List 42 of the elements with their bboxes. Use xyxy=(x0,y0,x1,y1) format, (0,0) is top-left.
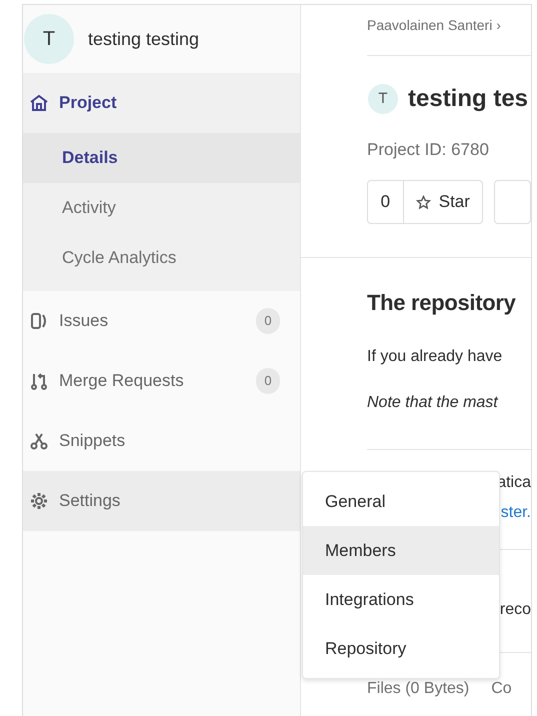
sidebar-label: Settings xyxy=(59,490,120,512)
sidebar-subitem[interactable]: Details xyxy=(23,133,300,183)
project-name: testing testing xyxy=(88,28,200,51)
footer-text: Co xyxy=(491,679,512,699)
sidebar-label: Issues xyxy=(59,310,108,332)
home-icon xyxy=(29,93,49,113)
project-avatar: T xyxy=(24,14,74,64)
menu-item[interactable]: Members xyxy=(303,526,499,575)
count-badge: 0 xyxy=(256,308,280,334)
paragraph-text: If you already have xyxy=(367,347,502,367)
sidebar-label: Snippets xyxy=(59,430,126,452)
sidebar-item[interactable]: Project xyxy=(23,73,300,133)
project-id: Project ID: 6780 xyxy=(367,139,489,161)
section-heading: The repository xyxy=(367,289,516,317)
menu-item[interactable]: Integrations xyxy=(303,575,499,624)
sidebar-label: Project xyxy=(59,92,117,114)
breadcrumb-separator: › xyxy=(496,17,501,33)
menu-item[interactable]: Repository xyxy=(303,624,499,673)
project-avatar: T xyxy=(368,84,398,114)
issues-icon xyxy=(29,311,49,331)
footer-text: Files (0 Bytes) xyxy=(367,679,470,699)
settings-icon xyxy=(29,491,49,511)
star-count[interactable]: 0 xyxy=(367,180,404,224)
sidebar-label: Merge Requests xyxy=(59,370,184,392)
link-text[interactable]: ster. xyxy=(500,501,531,525)
scissors-icon xyxy=(29,431,49,451)
sidebar-item[interactable]: Merge Requests 0 xyxy=(23,351,300,411)
count-badge: 0 xyxy=(256,368,280,394)
partial-button[interactable] xyxy=(494,180,531,224)
star-button[interactable]: Star xyxy=(404,180,483,224)
merge-request-icon xyxy=(29,371,49,391)
note-text: Note that the mast xyxy=(367,393,498,413)
sidebar-item[interactable]: Issues 0 xyxy=(23,291,300,351)
sidebar-item[interactable]: Settings xyxy=(23,471,300,531)
project-title: testing tes xyxy=(408,84,528,114)
sidebar-subitem[interactable]: Activity xyxy=(23,183,300,233)
paragraph-text: reco xyxy=(500,600,531,620)
breadcrumb-link[interactable]: Paavolainen Santeri xyxy=(367,17,492,33)
sidebar-item[interactable]: Snippets xyxy=(23,411,300,471)
star-icon xyxy=(416,194,431,210)
sidebar-subitem[interactable]: Cycle Analytics xyxy=(23,233,300,283)
menu-item[interactable]: General xyxy=(303,477,499,526)
